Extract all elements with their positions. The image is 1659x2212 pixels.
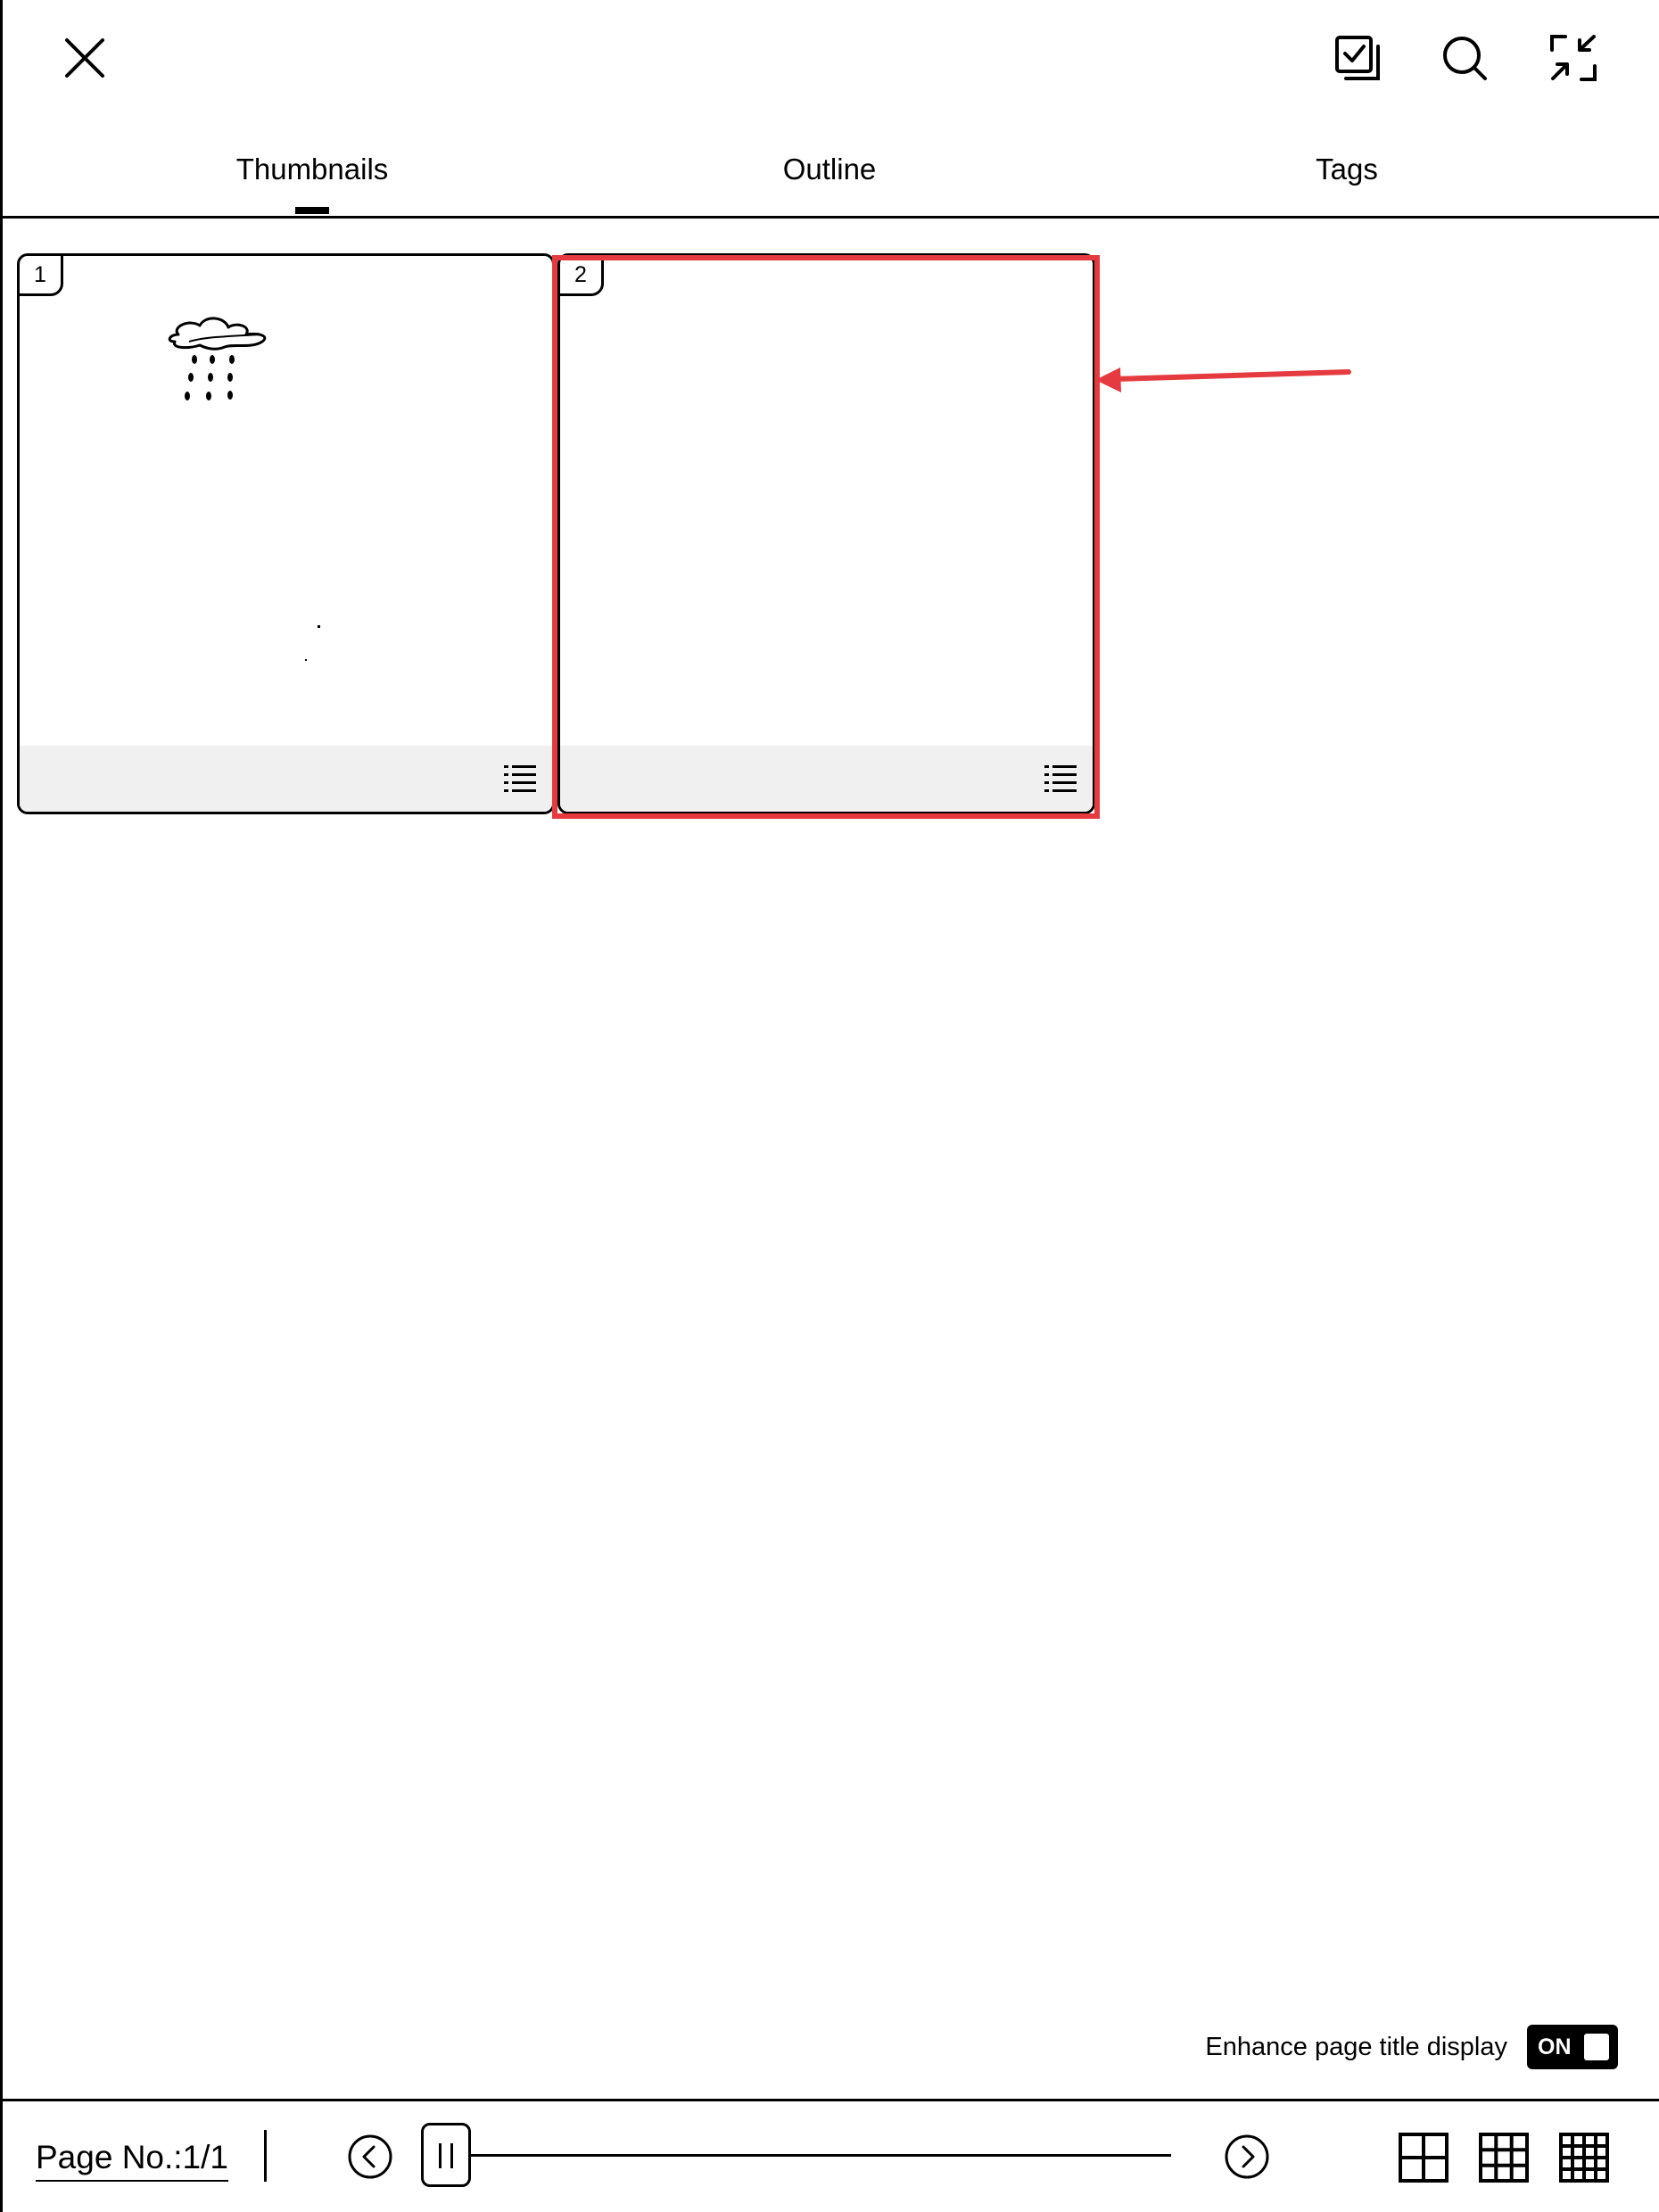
search-button[interactable] [1433, 27, 1496, 89]
grid-2x2-button[interactable] [1396, 2130, 1451, 2185]
chevron-left-circle-icon [348, 2134, 392, 2179]
multi-select-button[interactable] [1326, 27, 1389, 89]
thumbnail-footer [20, 746, 552, 812]
tab-tags[interactable]: Tags [1213, 143, 1481, 196]
enhance-page-title-toggle[interactable]: ON [1527, 2025, 1618, 2069]
grid-3x3-button[interactable] [1476, 2130, 1531, 2185]
chevron-right-circle-icon [1225, 2134, 1269, 2179]
page-slider-handle[interactable] [421, 2123, 471, 2187]
tabs-divider [0, 216, 1659, 219]
page-slider-track[interactable] [471, 2154, 1171, 2157]
ink-dot [318, 625, 320, 628]
enhance-page-title-label: Enhance page title display [1205, 2033, 1507, 2061]
footer-divider [0, 2099, 1659, 2101]
page-thumbnail-1[interactable]: 1 [17, 253, 555, 814]
grid-4x4-button[interactable] [1556, 2130, 1612, 2185]
rain-cloud-drawing [168, 317, 267, 400]
list-menu-icon[interactable] [504, 763, 536, 794]
footer-separator [264, 2130, 267, 2182]
tab-thumbnails[interactable]: Thumbnails [178, 143, 446, 196]
page-number-badge: 1 [20, 256, 63, 296]
page-number-indicator[interactable]: Page No.:1/1 [36, 2137, 228, 2182]
next-page-button[interactable] [1220, 2130, 1274, 2183]
collapse-button[interactable] [1542, 27, 1605, 89]
close-button[interactable] [54, 27, 116, 89]
ink-dot [305, 659, 307, 661]
multi-select-icon [1335, 36, 1380, 80]
collapse-icon [1550, 35, 1597, 81]
annotation-arrow [1095, 367, 1351, 392]
grid-3x3-icon [1479, 2133, 1529, 2183]
annotation-highlight-box [552, 255, 1100, 819]
search-icon [1443, 37, 1487, 80]
toggle-knob [1584, 2034, 1609, 2060]
grid-2x2-icon [1399, 2133, 1449, 2183]
toggle-state-label: ON [1538, 2035, 1572, 2059]
previous-page-button[interactable] [343, 2130, 397, 2183]
grid-4x4-icon [1559, 2133, 1609, 2183]
tab-outline[interactable]: Outline [696, 143, 963, 196]
left-edge-line [0, 0, 3, 2212]
close-icon [65, 38, 104, 78]
active-tab-indicator [295, 207, 329, 214]
